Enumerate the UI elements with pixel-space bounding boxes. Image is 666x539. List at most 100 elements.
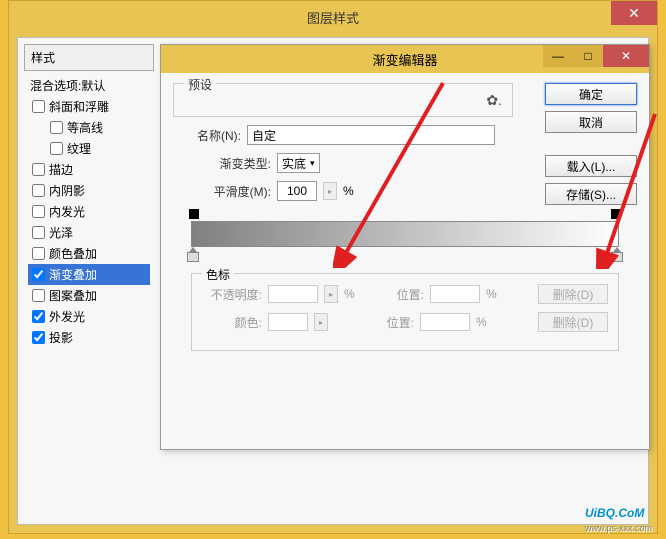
style-checkbox-2[interactable]: [50, 142, 63, 155]
marks-label: 色标: [202, 266, 234, 283]
color-swatch: [268, 313, 308, 331]
watermark: UiBQ.CoM www.ps-xxx.com: [585, 500, 652, 533]
style-checkbox-5[interactable]: [32, 205, 45, 218]
style-checkbox-4[interactable]: [32, 184, 45, 197]
style-item-9[interactable]: 图案叠加: [28, 285, 150, 306]
cancel-button[interactable]: 取消: [545, 111, 637, 133]
style-panel: 样式 混合选项:默认 斜面和浮雕等高线纹理描边内阴影内发光光泽颜色叠加渐变叠加图…: [24, 44, 154, 348]
style-item-6[interactable]: 光泽: [28, 222, 150, 243]
type-select[interactable]: 实底 ▾: [277, 153, 320, 173]
opacity-label: 不透明度:: [202, 286, 262, 303]
watermark-main: UiBQ.CoM: [585, 506, 644, 520]
style-checkbox-0[interactable]: [32, 100, 45, 113]
name-input[interactable]: [247, 125, 495, 145]
style-label-9: 图案叠加: [49, 287, 97, 304]
gradient-bar[interactable]: [191, 221, 619, 247]
style-checkbox-1[interactable]: [50, 121, 63, 134]
inner-body: 确定 取消 载入(L)... 存储(S)... 预设 ✿. 名称(N): 渐变类…: [161, 73, 649, 449]
blend-options[interactable]: 混合选项:默认: [24, 71, 154, 96]
minimize-button[interactable]: —: [543, 45, 573, 67]
gradient-track[interactable]: [191, 213, 619, 255]
smooth-row: 平滑度(M): ▸ %: [203, 181, 513, 201]
color-pos-label: 位置:: [354, 314, 414, 331]
style-item-3[interactable]: 描边: [28, 159, 150, 180]
style-item-10[interactable]: 外发光: [28, 306, 150, 327]
inner-titlebar[interactable]: 渐变编辑器 — □ ✕: [161, 45, 649, 73]
name-row: 名称(N):: [173, 125, 513, 145]
outer-title: 图层样式: [307, 8, 359, 27]
opacity-input: [268, 285, 318, 303]
type-row: 渐变类型: 实底 ▾: [203, 153, 513, 173]
outer-close-button[interactable]: ✕: [611, 1, 657, 25]
smooth-stepper[interactable]: ▸: [323, 182, 337, 200]
opacity-pos-pct: %: [486, 287, 500, 301]
style-label-10: 外发光: [49, 308, 85, 325]
opacity-pos-input: [430, 285, 480, 303]
save-button[interactable]: 存储(S)...: [545, 183, 637, 205]
opacity-pct: %: [344, 287, 358, 301]
gradient-editor-window: 渐变编辑器 — □ ✕ 确定 取消 载入(L)... 存储(S)... 预设 ✿…: [160, 44, 650, 450]
style-item-1[interactable]: 等高线: [28, 117, 150, 138]
style-label-4: 内阴影: [49, 182, 85, 199]
opacity-pos-label: 位置:: [364, 286, 424, 303]
outer-titlebar[interactable]: 图层样式 ✕: [9, 1, 657, 33]
style-label-11: 投影: [49, 329, 73, 346]
style-checkbox-10[interactable]: [32, 310, 45, 323]
style-item-7[interactable]: 颜色叠加: [28, 243, 150, 264]
style-item-2[interactable]: 纹理: [28, 138, 150, 159]
gradient-area: 色标 不透明度: ▸ % 位置: % 删除(D) 颜色: ▸ 位置:: [173, 213, 637, 351]
marks-fieldset: 色标 不透明度: ▸ % 位置: % 删除(D) 颜色: ▸ 位置:: [191, 273, 619, 351]
opacity-stepper: ▸: [324, 285, 338, 303]
style-header: 样式: [24, 44, 154, 71]
type-label: 渐变类型:: [203, 155, 271, 172]
color-pos-input: [420, 313, 470, 331]
style-checkbox-9[interactable]: [32, 289, 45, 302]
style-checkbox-7[interactable]: [32, 247, 45, 260]
style-item-11[interactable]: 投影: [28, 327, 150, 348]
smooth-label: 平滑度(M):: [203, 183, 271, 200]
style-label-3: 描边: [49, 161, 73, 178]
style-item-8[interactable]: 渐变叠加: [28, 264, 150, 285]
inner-close-button[interactable]: ✕: [603, 45, 649, 67]
smooth-unit: %: [343, 184, 354, 198]
color-delete-button: 删除(D): [538, 312, 608, 332]
gear-icon[interactable]: ✿.: [486, 92, 502, 109]
color-picker-arrow: ▸: [314, 313, 328, 331]
opacity-row: 不透明度: ▸ % 位置: % 删除(D): [202, 284, 608, 304]
style-checkbox-11[interactable]: [32, 331, 45, 344]
color-pos-pct: %: [476, 315, 490, 329]
color-row: 颜色: ▸ 位置: % 删除(D): [202, 312, 608, 332]
color-label: 颜色:: [202, 314, 262, 331]
style-label-5: 内发光: [49, 203, 85, 220]
color-stop-right[interactable]: [611, 247, 623, 261]
style-checkbox-8[interactable]: [32, 268, 45, 281]
style-checkbox-6[interactable]: [32, 226, 45, 239]
style-checkbox-3[interactable]: [32, 163, 45, 176]
style-item-0[interactable]: 斜面和浮雕: [28, 96, 150, 117]
name-label: 名称(N):: [173, 127, 241, 144]
ok-button[interactable]: 确定: [545, 83, 637, 105]
opacity-delete-button: 删除(D): [538, 284, 608, 304]
opacity-stop-right[interactable]: [611, 209, 621, 219]
watermark-sub: www.ps-xxx.com: [585, 523, 652, 533]
style-label-0: 斜面和浮雕: [49, 98, 109, 115]
maximize-button[interactable]: □: [573, 45, 603, 67]
style-item-5[interactable]: 内发光: [28, 201, 150, 222]
inner-title: 渐变编辑器: [372, 50, 437, 69]
type-value: 实底: [282, 155, 306, 172]
inner-window-buttons: — □ ✕: [543, 45, 649, 67]
preset-label: 预设: [184, 76, 216, 93]
style-label-2: 纹理: [67, 140, 91, 157]
color-stop-left[interactable]: [187, 247, 199, 261]
chevron-down-icon: ▾: [310, 158, 315, 169]
style-item-4[interactable]: 内阴影: [28, 180, 150, 201]
smooth-input[interactable]: [277, 181, 317, 201]
dialog-buttons: 确定 取消 载入(L)... 存储(S)...: [545, 83, 637, 205]
style-label-1: 等高线: [67, 119, 103, 136]
preset-fieldset: 预设 ✿.: [173, 83, 513, 117]
style-label-8: 渐变叠加: [49, 266, 97, 283]
style-label-7: 颜色叠加: [49, 245, 97, 262]
opacity-stop-left[interactable]: [189, 209, 199, 219]
style-label-6: 光泽: [49, 224, 73, 241]
load-button[interactable]: 载入(L)...: [545, 155, 637, 177]
